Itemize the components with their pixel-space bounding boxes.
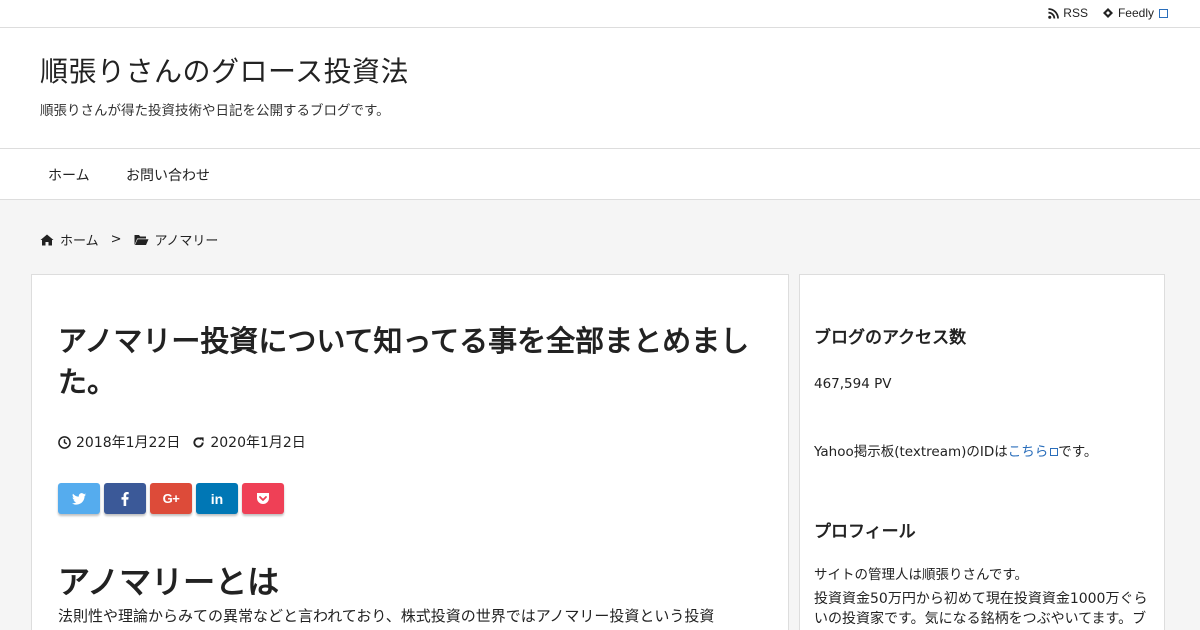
feedly-label: Feedly <box>1117 6 1154 20</box>
pocket-icon <box>257 493 269 504</box>
post-title: アノマリー投資について知ってる事を全部まとめました。 <box>58 324 750 400</box>
updated-date: 2020年1月2日 <box>210 435 306 451</box>
google-plus-icon: G+ <box>162 491 180 506</box>
rss-icon <box>1048 7 1060 19</box>
profile-line: サイトの管理人は順張りさんです。 <box>814 567 1028 583</box>
twitter-share-button[interactable] <box>58 483 100 514</box>
breadcrumb: ホーム > アノマリー <box>40 230 218 249</box>
site-header: 順張りさんのグロース投資法 順張りさんが得た投資技術や日記を公開するブログです。 <box>0 28 1200 149</box>
facebook-share-button[interactable] <box>104 483 146 514</box>
access-widget-title: ブログのアクセス数 <box>814 328 967 348</box>
external-link-icon <box>1050 448 1059 456</box>
breadcrumb-separator: > <box>110 232 122 247</box>
external-link-icon <box>1159 8 1168 18</box>
post-dates: 2018年1月22日 2020年1月2日 <box>58 432 306 452</box>
rss-link[interactable]: RSS <box>1048 6 1088 20</box>
feedly-icon <box>1102 8 1113 18</box>
clock-icon <box>58 435 71 449</box>
profile-paragraph: 投資資金50万円から初めて現在投資資金1000万ぐらいの投資家です。気になる銘柄… <box>814 591 1148 628</box>
section-heading: アノマリーとは <box>58 563 280 601</box>
global-nav: ホーム お問い合わせ <box>0 149 1200 200</box>
feedly-link[interactable]: Feedly <box>1102 6 1168 20</box>
breadcrumb-home[interactable]: ホーム <box>60 230 99 249</box>
yahoo-link[interactable]: こちら <box>1008 444 1049 460</box>
pocket-share-button[interactable] <box>242 483 284 514</box>
refresh-icon <box>193 436 204 448</box>
share-buttons: G+ in <box>58 483 284 514</box>
top-bar: RSS Feedly <box>0 0 1200 28</box>
site-description: 順張りさんが得た投資技術や日記を公開するブログです。 <box>40 103 390 119</box>
rss-label: RSS <box>1063 6 1088 20</box>
article-paragraph: 法則性や理論からみての異常などと言われており、株式投資の世界ではアノマリー投資と… <box>58 607 715 625</box>
access-count: 467,594 PV <box>814 376 892 392</box>
breadcrumb-category[interactable]: アノマリー <box>155 230 219 249</box>
profile-widget-title: プロフィール <box>814 522 916 542</box>
nav-item-home[interactable]: ホーム <box>48 165 90 185</box>
home-icon <box>40 234 54 245</box>
published-date: 2018年1月22日 <box>76 435 181 451</box>
article-card: アノマリー投資について知ってる事を全部まとめました。 2018年1月22日 20… <box>31 274 789 630</box>
linkedin-share-button[interactable]: in <box>196 483 238 514</box>
site-title[interactable]: 順張りさんのグロース投資法 <box>40 50 409 90</box>
linkedin-icon: in <box>210 490 224 507</box>
facebook-icon <box>121 491 129 506</box>
google-plus-share-button[interactable]: G+ <box>150 483 192 514</box>
twitter-icon <box>72 492 86 505</box>
sidebar: ブログのアクセス数 467,594 PV Yahoo掲示板(textream)の… <box>799 274 1165 630</box>
yahoo-suffix: です。 <box>1058 444 1098 460</box>
yahoo-prefix: Yahoo掲示板(textream)のIDは <box>814 444 1008 460</box>
folder-open-icon <box>134 234 149 245</box>
nav-item-contact[interactable]: お問い合わせ <box>126 165 210 185</box>
yahoo-id-text: Yahoo掲示板(textream)のIDはこちら です。 <box>814 440 1097 460</box>
